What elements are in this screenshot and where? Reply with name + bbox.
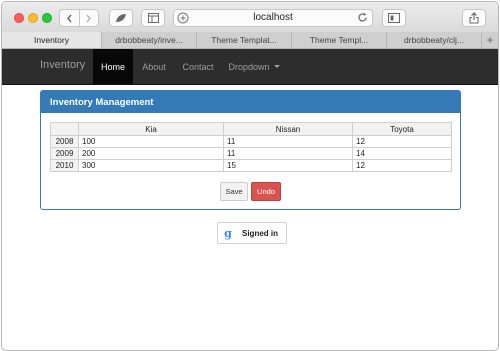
table-cell[interactable]: 12 xyxy=(352,135,452,148)
nav-contact[interactable]: Contact xyxy=(175,49,221,84)
save-button[interactable]: Save xyxy=(220,182,248,201)
caret-down-icon xyxy=(273,65,280,68)
history-navigation xyxy=(59,9,99,27)
row-header: 2009 xyxy=(50,147,79,160)
chevron-left-icon xyxy=(66,14,72,22)
forward-button[interactable] xyxy=(79,10,98,26)
nav-about[interactable]: About xyxy=(135,49,173,84)
table-cell[interactable]: 100 xyxy=(78,135,224,148)
google-signin-button[interactable]: g Signed in xyxy=(217,222,287,244)
zoom-window-button[interactable] xyxy=(42,13,52,23)
table-cell[interactable]: 12 xyxy=(352,159,452,172)
row-header: 2010 xyxy=(50,159,79,172)
column-header xyxy=(50,122,79,136)
nav-home[interactable]: Home xyxy=(93,49,133,84)
inventory-table: Kia Nissan Toyota 2008 100 11 12 2009 20… xyxy=(50,122,452,172)
table-cell[interactable]: 15 xyxy=(223,159,353,172)
tab-bar: Inventory drbobbeaty/inve... Theme Templ… xyxy=(2,32,498,49)
row-header: 2008 xyxy=(50,135,79,148)
table-cell[interactable]: 11 xyxy=(223,147,353,160)
undo-button[interactable]: Undo xyxy=(251,182,281,201)
reading-list-button[interactable] xyxy=(382,9,406,27)
nav-dropdown-label: Dropdown xyxy=(228,61,270,72)
tab-theme-template-2[interactable]: Theme Templ... xyxy=(292,32,387,48)
tab-inventory[interactable]: Inventory xyxy=(2,32,102,48)
google-g-icon: g xyxy=(224,226,232,240)
nav-dropdown[interactable]: Dropdown xyxy=(223,49,285,84)
tab-drbobbeaty-clj[interactable]: drbobbeaty/clj... xyxy=(387,32,482,48)
action-buttons: Save Undo xyxy=(41,182,460,201)
table-row: 2010 300 15 12 xyxy=(50,159,452,172)
column-header: Nissan xyxy=(223,122,353,136)
table-cell[interactable]: 300 xyxy=(78,159,224,172)
minimize-window-button[interactable] xyxy=(28,13,38,23)
browser-toolbar: localhost xyxy=(2,2,498,33)
tab-drbobbeaty-inventory[interactable]: drbobbeaty/inve... xyxy=(102,32,197,48)
tabs-overview-icon xyxy=(388,13,400,23)
sidebar-button[interactable] xyxy=(141,9,165,27)
column-header: Toyota xyxy=(352,122,452,136)
reader-button[interactable] xyxy=(109,9,133,27)
table-header-row: Kia Nissan Toyota xyxy=(50,122,452,136)
tab-theme-template-1[interactable]: Theme Templat... xyxy=(197,32,292,48)
sidebar-icon xyxy=(147,13,159,23)
inventory-panel: Inventory Management Kia Nissan Toyota 2… xyxy=(40,90,461,210)
url-text: localhost xyxy=(253,12,293,23)
reload-icon[interactable] xyxy=(357,12,368,23)
table-row: 2008 100 11 12 xyxy=(50,135,452,148)
browser-window: localhost Inventory drbobbeaty/inve... T… xyxy=(1,1,499,351)
table-cell[interactable]: 14 xyxy=(352,147,452,160)
chevron-right-icon xyxy=(86,14,92,22)
address-bar[interactable]: localhost xyxy=(173,9,373,27)
panel-title: Inventory Management xyxy=(41,91,460,113)
back-button[interactable] xyxy=(60,10,79,26)
share-button[interactable] xyxy=(462,9,486,27)
close-window-button[interactable] xyxy=(14,13,24,23)
site-navbar: Inventory Home About Contact Dropdown xyxy=(2,49,498,85)
navbar-brand[interactable]: Inventory xyxy=(40,59,85,71)
table-row: 2009 200 11 14 xyxy=(50,147,452,160)
table-cell[interactable]: 11 xyxy=(223,135,353,148)
new-tab-button[interactable]: + xyxy=(482,32,498,48)
table-cell[interactable]: 200 xyxy=(78,147,224,160)
leaf-icon xyxy=(116,14,126,22)
signin-label: Signed in xyxy=(242,228,278,238)
share-icon xyxy=(469,12,479,24)
column-header: Kia xyxy=(78,122,224,136)
